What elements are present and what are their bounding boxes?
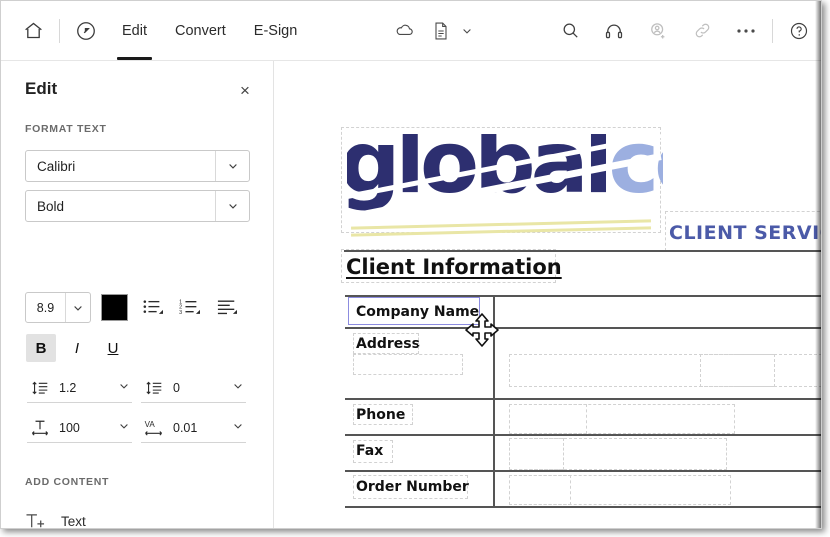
horizontal-scale-input[interactable]: 100 [27, 413, 132, 443]
text-align-icon[interactable] [213, 295, 241, 321]
window-edge-shadow [815, 1, 821, 528]
table-cell-value[interactable] [495, 436, 821, 470]
chevron-down-icon[interactable] [456, 9, 478, 53]
line-spacing-input[interactable]: 1.2 [27, 373, 132, 403]
font-size-select[interactable]: 8.9 [25, 292, 91, 323]
character-spacing-value: 0.01 [173, 420, 198, 435]
client-information-table: Company Name Address Phone Fax Order Num… [345, 295, 821, 508]
text-region-outline [353, 404, 413, 425]
table-row[interactable]: Fax [345, 436, 821, 472]
paragraph-spacing-value: 0 [173, 380, 180, 395]
table-cell-value[interactable] [495, 297, 821, 327]
font-family-select[interactable]: Calibri [25, 150, 250, 182]
menu-convert-label: Convert [175, 22, 226, 39]
panel-title: Edit [25, 79, 58, 98]
add-person-icon[interactable] [636, 9, 680, 53]
toolbar-right-group [382, 1, 821, 60]
table-cell-label[interactable]: Order Number [345, 472, 495, 506]
bold-button[interactable]: B [26, 334, 56, 362]
add-text-label: Text [61, 513, 86, 529]
headphones-icon[interactable] [592, 9, 636, 53]
tools-icon[interactable] [64, 9, 108, 53]
toolbar-divider-right [772, 18, 773, 43]
chevron-down-icon [215, 151, 249, 181]
svg-text:VA: VA [145, 420, 156, 429]
underline-label: U [107, 339, 119, 357]
chevron-down-icon [232, 419, 244, 437]
numbered-list-icon[interactable]: 1 2 3 [176, 295, 204, 321]
horizontal-scale-value: 100 [59, 420, 80, 435]
edit-panel: Edit × FORMAT TEXT Calibri Bold 8.9 1 2 … [1, 61, 274, 529]
character-spacing-input[interactable]: VA 0.01 [141, 413, 246, 443]
home-icon[interactable] [11, 9, 55, 53]
paragraph-spacing-input[interactable]: 0 [141, 373, 246, 403]
top-toolbar: Edit Convert E-Sign [1, 1, 821, 61]
font-style-value: Bold [37, 198, 65, 214]
table-row[interactable]: Order Number [345, 472, 821, 508]
text-region-outline [353, 475, 468, 499]
text-region-outline [353, 440, 393, 463]
cloud-icon[interactable] [382, 9, 426, 53]
text-region-outline [353, 354, 463, 375]
underline-button[interactable]: U [98, 334, 128, 362]
menu-esign-label: E-Sign [253, 22, 298, 39]
client-service-banner: CLIENT SERVICE [669, 222, 821, 244]
field-outline [509, 404, 587, 434]
toolbar-divider [59, 18, 60, 43]
chevron-down-icon [65, 293, 90, 322]
font-family-value: Calibri [37, 158, 76, 174]
chevron-down-icon [215, 191, 249, 221]
format-text-section-label: FORMAT TEXT [25, 123, 107, 135]
header-rule [344, 250, 821, 252]
field-outline [700, 354, 775, 387]
selected-text-box[interactable] [348, 297, 480, 325]
chevron-down-icon [118, 379, 130, 397]
text-region-outline [353, 333, 419, 354]
link-icon[interactable] [680, 9, 724, 53]
chevron-down-icon [232, 379, 244, 397]
table-row[interactable]: Phone [345, 400, 821, 436]
menu-esign[interactable]: E-Sign [240, 1, 312, 60]
paragraph-spacing-icon [141, 380, 167, 396]
toolbar-left-group: Edit Convert E-Sign [1, 1, 311, 60]
bulleted-list-icon[interactable] [139, 295, 167, 321]
add-text-icon [25, 512, 55, 529]
italic-button[interactable]: I [62, 334, 92, 362]
bold-label: B [35, 339, 47, 357]
more-options-icon[interactable] [724, 9, 768, 53]
company-logo[interactable]: globalcorp [347, 134, 663, 238]
font-size-value: 8.9 [36, 300, 55, 315]
menu-edit[interactable]: Edit [108, 1, 161, 60]
italic-label: I [74, 339, 80, 357]
line-spacing-value: 1.2 [59, 380, 77, 395]
move-cursor [463, 311, 501, 349]
application-window: Edit Convert E-Sign Edit × FORMAT TEXT C… [0, 0, 822, 529]
font-style-select[interactable]: Bold [25, 190, 250, 222]
text-color-swatch[interactable] [101, 294, 128, 321]
horizontal-scale-icon [27, 419, 53, 436]
search-icon[interactable] [548, 9, 592, 53]
character-spacing-icon: VA [141, 419, 167, 436]
table-cell-label[interactable]: Phone [345, 400, 495, 434]
menu-convert[interactable]: Convert [161, 1, 240, 60]
line-spacing-icon [27, 380, 53, 396]
document-icon[interactable] [426, 9, 456, 53]
add-content-section-label: ADD CONTENT [25, 476, 110, 488]
menu-edit-label: Edit [122, 22, 147, 39]
close-icon[interactable]: × [233, 78, 257, 102]
client-information-heading: Client Information [346, 255, 562, 279]
add-text-button[interactable]: Text [25, 506, 225, 529]
table-cell-value[interactable] [495, 472, 821, 506]
table-cell-value[interactable] [495, 400, 821, 434]
field-outline [509, 354, 821, 387]
field-outline [509, 438, 564, 470]
svg-text:3: 3 [179, 310, 182, 316]
chevron-down-icon [118, 419, 130, 437]
table-cell-value[interactable] [495, 329, 821, 398]
table-row[interactable]: Address [345, 329, 821, 400]
field-outline [509, 475, 571, 505]
table-cell-label[interactable]: Fax [345, 436, 495, 470]
